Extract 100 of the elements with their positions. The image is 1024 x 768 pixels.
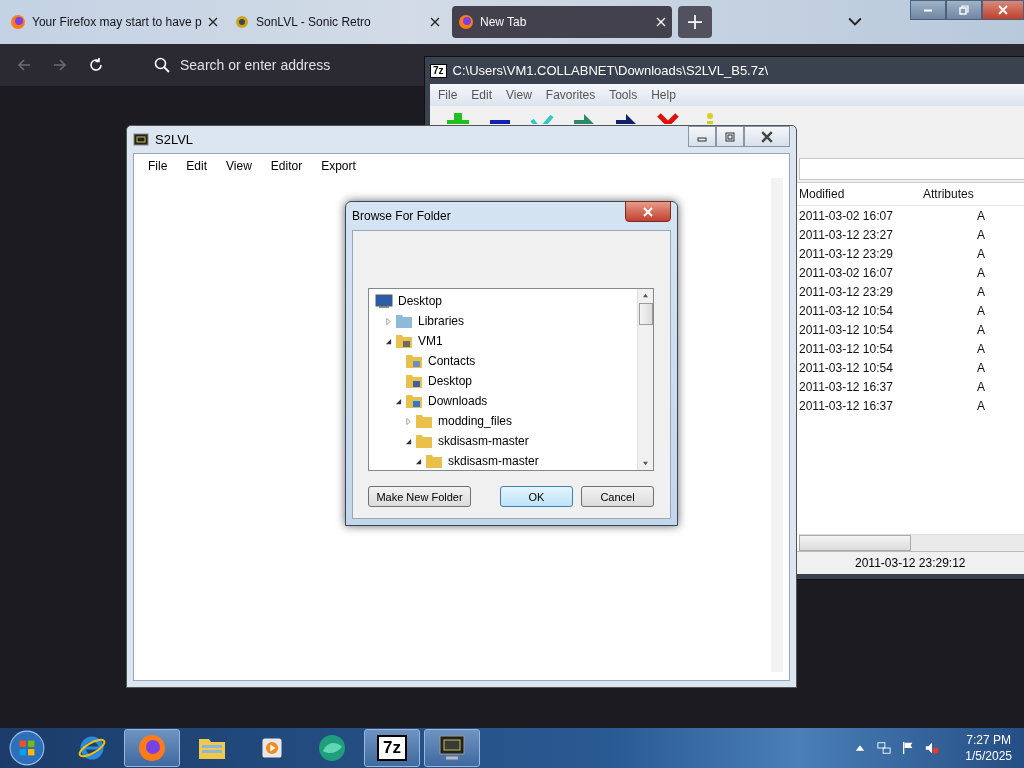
expanded-arrow-icon[interactable] [385,337,392,345]
table-cell-text: A [976,360,986,375]
scroll-thumb[interactable] [638,303,653,325]
folder-icon [405,373,423,389]
close-button[interactable] [744,126,790,147]
dialog-button[interactable]: Cancel [581,486,654,507]
browser-tab[interactable]: New Tab [452,6,672,38]
restore-button[interactable] [946,0,982,20]
menu-item[interactable]: View [226,159,252,173]
clock[interactable]: 7:27 PM 1/5/2025 [965,732,1012,764]
menu-item[interactable]: Editor [270,159,303,173]
column-header[interactable]: Modified [799,187,923,201]
menu-item[interactable]: Export [321,159,356,173]
table-cell-text: A [976,341,986,356]
monitor-icon [437,733,467,763]
table-cell-text: A [976,398,986,413]
dialog-button[interactable]: Make New Folder [368,486,471,507]
tree-item[interactable]: modding_files [438,414,513,428]
menu-item[interactable]: File [148,159,168,173]
chevron-down-icon[interactable] [848,17,862,27]
path-field[interactable] [799,158,1024,180]
taskbar-app[interactable]: 7z [364,729,420,767]
close-button[interactable] [625,201,671,222]
table-cell-text: 2011-03-12 10:54 [799,341,894,356]
table-cell-text: 2011-03-12 23:29 [799,246,894,261]
expanded-arrow-icon[interactable] [415,457,422,465]
check-icon[interactable] [530,112,554,124]
scroll-up-icon[interactable] [642,293,649,298]
tab-title: Your Firefox may start to have p [32,15,202,29]
firefox-logo-icon [458,14,474,30]
menu-item[interactable]: Tools [609,88,638,102]
scrollbar[interactable] [799,534,1024,551]
taskbar-app[interactable] [424,729,480,767]
tree-item[interactable]: Libraries [418,314,465,328]
monitor-icon [375,293,393,309]
app-logo: 7z [430,63,447,78]
tree-item[interactable]: VM1 [418,334,443,348]
table-cell-text: A [976,379,986,394]
delete-icon[interactable] [656,112,680,124]
table-cell-text: 2011-03-12 10:54 [799,360,894,375]
table-cell-text: 2011-03-12 16:37 [799,398,894,413]
expanded-arrow-icon[interactable] [395,397,402,405]
reload-icon[interactable] [88,57,104,73]
tree-item[interactable]: skdisasm-master [448,454,539,468]
tab-title: New Tab [480,15,528,29]
table-cell-text: 2011-03-12 16:37 [799,379,894,394]
search-icon [154,57,170,73]
new-tab-button[interactable] [678,6,712,38]
start-button[interactable] [8,729,46,767]
speaker-muted-icon[interactable] [925,741,940,755]
network-icon[interactable] [877,741,892,755]
close-icon [761,130,773,143]
table-cell-text: 2011-03-12 23:27 [799,227,894,242]
window-title: S2LVL [155,132,194,147]
table-cell-text: A [976,284,986,299]
menu-item[interactable]: File [438,88,458,102]
expanded-arrow-icon[interactable] [405,437,412,445]
address-field[interactable]: Search or enter address [180,57,380,73]
table-cell-text: A [976,322,986,337]
status-text: 2011-03-12 23:29:12 [855,556,966,570]
menu-item[interactable]: Edit [471,88,493,102]
back-arrow-icon[interactable] [16,57,32,73]
menu-item[interactable]: Edit [186,159,208,173]
forward-arrow-icon[interactable] [52,57,68,73]
folder-icon [415,413,433,429]
arrow-right-icon[interactable] [614,112,638,124]
menu-item[interactable]: Favorites [545,88,596,102]
tree-item[interactable]: skdisasm-master [438,434,529,448]
table-cell-text: 2011-03-02 16:07 [799,208,894,223]
app-logo: 7z [377,735,407,761]
scrollbar[interactable] [637,289,653,470]
tree-item[interactable]: Desktop [398,294,443,308]
minimize-button[interactable] [688,126,716,147]
close-button[interactable] [982,0,1024,20]
firefox-logo-icon [137,733,167,763]
browser-tab[interactable]: Your Firefox may start to have p [4,6,222,38]
folder-icon [425,453,443,469]
minimize-button[interactable] [910,0,946,20]
table-cell-text: 2011-03-12 10:54 [799,322,894,337]
tree-item[interactable]: Downloads [428,394,488,408]
maximize-button[interactable] [716,126,744,147]
column-header[interactable]: Attributes [923,187,989,201]
folder-icon [415,433,433,449]
close-icon[interactable] [207,17,218,27]
table-cell-text: A [976,303,986,318]
tree-item[interactable]: Desktop [428,374,473,388]
scroll-down-icon[interactable] [642,461,649,466]
browser-tab[interactable]: SonLVL - Sonic Retro [228,6,446,38]
tree-item[interactable]: Contacts [428,354,476,368]
menu-item[interactable]: Help [651,88,676,102]
folder-icon [395,333,413,349]
dialog-button[interactable]: OK [500,486,573,507]
folder-icon [395,313,413,329]
table-cell-text: 2011-03-12 10:54 [799,303,894,318]
close-icon[interactable] [430,17,440,27]
folder-icon [405,353,423,369]
firefox-logo-icon [10,14,26,30]
menu-item[interactable]: View [506,88,532,102]
table-cell-text: A [976,227,986,242]
table-cell-text: A [976,265,986,280]
